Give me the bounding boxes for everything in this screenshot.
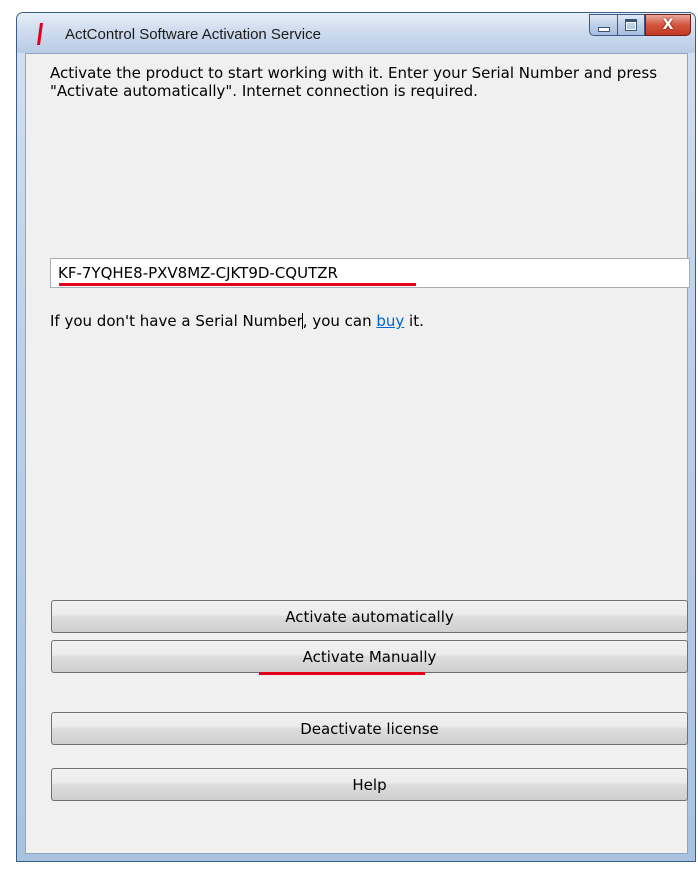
activate-manually-button[interactable]: Activate Manually	[51, 640, 688, 673]
activate-manually-red-underline	[259, 672, 425, 675]
title-bar[interactable]: ActControl Software Activation Service X	[17, 13, 695, 53]
activate-automatically-button[interactable]: Activate automatically	[51, 600, 688, 633]
buy-link[interactable]: buy	[376, 312, 404, 330]
deactivate-license-button[interactable]: Deactivate license	[51, 712, 688, 745]
buy-hint-suffix: it.	[404, 312, 424, 330]
buy-hint: If you don't have a Serial Number, you c…	[50, 312, 424, 330]
activate-manually-label: Activate Manually	[302, 647, 437, 666]
serial-red-underline	[59, 283, 416, 286]
buy-hint-prefix: If you don't have a Serial Number	[50, 312, 303, 330]
close-button[interactable]: X	[645, 14, 691, 36]
caption-buttons: X	[589, 14, 691, 36]
app-logo-icon	[37, 23, 43, 45]
help-button[interactable]: Help	[51, 768, 688, 801]
minimize-button[interactable]	[589, 14, 617, 36]
deactivate-license-label: Deactivate license	[300, 719, 439, 738]
close-icon: X	[662, 17, 674, 33]
client-area: Activate the product to start working wi…	[25, 53, 690, 854]
instructions-text: Activate the product to start working wi…	[50, 64, 658, 100]
maximize-button[interactable]	[617, 14, 645, 36]
buy-hint-middle: , you can	[302, 312, 377, 330]
minimize-icon	[597, 26, 610, 32]
maximize-icon	[625, 19, 637, 31]
activate-automatically-label: Activate automatically	[285, 607, 454, 626]
window-title: ActControl Software Activation Service	[65, 26, 321, 43]
activation-window: ActControl Software Activation Service X…	[16, 12, 696, 862]
help-label: Help	[352, 775, 387, 794]
